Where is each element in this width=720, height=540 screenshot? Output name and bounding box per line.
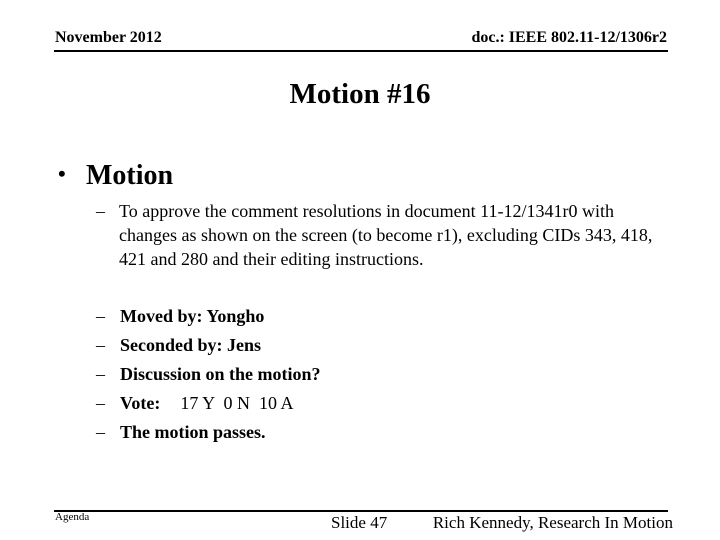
motion-text-body: To approve the comment resolutions in do…: [119, 201, 653, 269]
item-discussion: – Discussion on the motion?: [96, 364, 321, 385]
item-moved-by: – Moved by: Yongho: [96, 306, 264, 327]
footer-author: Rich Kennedy, Research In Motion: [432, 513, 673, 532]
item-seconded-by: – Seconded by: Jens: [96, 335, 261, 356]
dash-icon: –: [96, 306, 105, 326]
main-bullet: • Motion: [58, 160, 173, 192]
motion-text: – To approve the comment resolutions in …: [96, 199, 656, 271]
footer-agenda: Agenda: [55, 511, 90, 523]
slide-number: Slide 47: [331, 513, 388, 532]
item-label: Seconded by: Jens: [120, 335, 262, 355]
dash-icon: –: [96, 393, 105, 413]
item-label: Discussion on the motion?: [120, 364, 321, 384]
item-label: Vote:: [120, 393, 161, 413]
item-label: The motion passes.: [120, 422, 266, 442]
footer-divider: [54, 510, 668, 512]
dash-icon: –: [96, 201, 105, 221]
item-vote: – Vote: 17 Y 0 N 10 A: [96, 393, 294, 414]
bullet-icon: •: [58, 161, 66, 186]
header-doc-id: doc.: IEEE 802.11-12/1306r2: [471, 29, 667, 46]
dash-icon: –: [96, 422, 105, 442]
header-date: November 2012: [55, 29, 162, 46]
header-divider: [54, 50, 668, 52]
item-label: Moved by: Yongho: [120, 306, 265, 326]
main-bullet-label: Motion: [86, 160, 174, 191]
slide-title: Motion #16: [289, 78, 431, 110]
vote-tally: 17 Y 0 N 10 A: [180, 393, 294, 413]
item-result: – The motion passes.: [96, 422, 266, 443]
dash-icon: –: [96, 335, 105, 355]
dash-icon: –: [96, 364, 105, 384]
